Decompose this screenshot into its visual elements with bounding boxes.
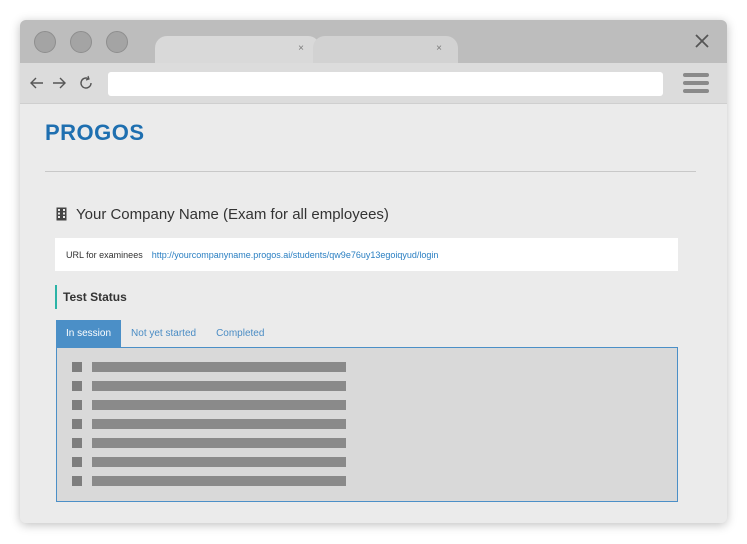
test-status-tabs: In session Not yet started Completed: [56, 320, 274, 348]
list-item-placeholder: [92, 457, 346, 467]
address-bar[interactable]: [108, 72, 663, 96]
browser-toolbar: [20, 63, 727, 104]
list-item: [72, 362, 346, 372]
examinee-url-box: URL for examinees http://yourcompanyname…: [55, 238, 678, 271]
list-item-marker: [72, 362, 82, 372]
examinee-url-label: URL for examinees: [66, 249, 143, 260]
company-header: Your Company Name (Exam for all employee…: [56, 204, 389, 224]
close-icon[interactable]: [693, 32, 711, 50]
list-item-marker: [72, 419, 82, 429]
arrow-left-icon[interactable]: [29, 75, 45, 91]
session-list: [56, 347, 678, 502]
building-icon: [56, 207, 67, 221]
browser-window: × × PROGOS Your Company Name (Exam for a…: [20, 20, 727, 523]
list-item-placeholder: [92, 362, 346, 372]
list-item: [72, 400, 346, 410]
window-button-close[interactable]: [34, 31, 56, 53]
list-item-placeholder: [92, 400, 346, 410]
list-item-placeholder: [92, 381, 346, 391]
list-item-placeholder: [92, 419, 346, 429]
list-item-placeholder: [92, 476, 346, 486]
hamburger-icon[interactable]: [683, 73, 709, 93]
browser-tab-1[interactable]: ×: [155, 36, 320, 63]
list-item: [72, 381, 346, 391]
window-button-minimize[interactable]: [70, 31, 92, 53]
list-item-marker: [72, 400, 82, 410]
list-item-marker: [72, 457, 82, 467]
list-item: [72, 419, 346, 429]
examinee-url-link[interactable]: http://yourcompanyname.progos.ai/student…: [152, 250, 439, 260]
reload-icon[interactable]: [78, 75, 94, 91]
browser-tab-2[interactable]: ×: [313, 36, 458, 63]
test-status-heading: Test Status: [55, 285, 127, 309]
tab-completed[interactable]: Completed: [206, 320, 274, 347]
tab-close-icon[interactable]: ×: [436, 43, 442, 55]
tab-not-yet-started[interactable]: Not yet started: [121, 320, 206, 347]
list-item: [72, 457, 346, 467]
page-content: PROGOS Your Company Name (Exam for all e…: [20, 104, 727, 523]
brand-logo[interactable]: PROGOS: [45, 120, 145, 146]
divider: [45, 171, 696, 172]
list-item: [72, 476, 346, 486]
company-title: Your Company Name (Exam for all employee…: [76, 205, 389, 223]
tab-in-session[interactable]: In session: [56, 320, 122, 347]
list-item-marker: [72, 381, 82, 391]
list-item-marker: [72, 438, 82, 448]
list-item-placeholder: [92, 438, 346, 448]
title-bar: × ×: [20, 20, 727, 63]
arrow-right-icon[interactable]: [51, 75, 67, 91]
tab-close-icon[interactable]: ×: [298, 43, 304, 55]
list-item-marker: [72, 476, 82, 486]
list-item: [72, 438, 346, 448]
window-button-maximize[interactable]: [106, 31, 128, 53]
